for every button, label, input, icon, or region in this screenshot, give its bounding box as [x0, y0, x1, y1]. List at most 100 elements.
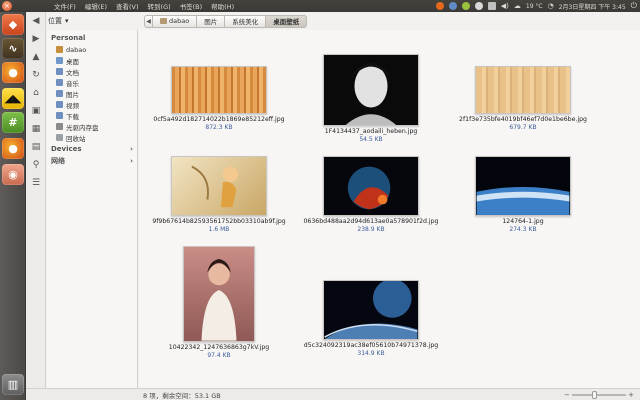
icon-view-icon[interactable]: ▦ — [29, 122, 43, 136]
sidebar-item-trash[interactable]: 回收站 — [47, 132, 137, 143]
sidebar-item-home[interactable]: dabao — [47, 44, 137, 55]
batman-icon[interactable]: ◢◣ — [2, 88, 24, 109]
thumbnail-wood — [171, 66, 267, 114]
reload-icon[interactable]: ↻ — [29, 68, 43, 82]
file-item[interactable]: 0cf5a492d182714022b1869e85212eff.jpg 872… — [144, 66, 294, 131]
zoom-out-icon[interactable]: − — [564, 391, 570, 399]
chevron-right-icon: › — [130, 145, 133, 153]
tool-strip: ◀ ▶ ▲ ↻ ⌂ ▣ ▦ ▤ ⚲ ☰ — [26, 12, 46, 388]
file-item[interactable]: 10422342_1247636863g7kV.jpg 97.4 KB — [144, 246, 294, 359]
weather-icon[interactable]: ☁ — [514, 2, 521, 10]
breadcrumb-scroll-left-icon[interactable]: ◀ — [144, 14, 153, 28]
folder-icon — [56, 112, 63, 119]
zoom-in-icon[interactable]: + — [628, 391, 634, 399]
menu-bookmarks[interactable]: 书签(B) — [180, 1, 203, 11]
sidebar-item-label: 音乐 — [66, 79, 79, 88]
file-size: 314.9 KB — [357, 350, 385, 357]
menu-file[interactable]: 文件(F) — [54, 1, 76, 11]
breadcrumb-label: 图片 — [204, 18, 218, 26]
sidebar-section-devices[interactable]: Devices › — [47, 143, 137, 155]
messaging-icon[interactable] — [474, 2, 483, 10]
sidebar-item-drive[interactable]: 光驱内存盘 — [47, 121, 137, 132]
menu-go[interactable]: 转到(G) — [148, 1, 171, 11]
hash-app-icon[interactable]: # — [2, 112, 24, 133]
file-item[interactable]: 9f9b67614b82593561752bb03310ab9f.jpg 1.6… — [144, 156, 294, 233]
back-icon[interactable]: ◀ — [29, 14, 43, 28]
top-panel: × 文件(F) 编辑(E) 查看(V) 转到(G) 书签(B) 帮助(H) ◀)… — [0, 0, 640, 12]
sidebar-item-pictures[interactable]: 图片 — [47, 88, 137, 99]
firefox-icon[interactable]: ● — [2, 138, 24, 159]
home-icon[interactable]: ⌂ — [29, 86, 43, 100]
zoom-slider[interactable]: − + — [564, 391, 634, 399]
folder-icon — [56, 90, 63, 97]
sidebar-item-music[interactable]: 音乐 — [47, 77, 137, 88]
file-item[interactable]: d5c324092319ac38ef05610b74971378.jpg 314… — [296, 280, 446, 357]
breadcrumb-label: dabao — [169, 17, 190, 25]
forward-icon[interactable]: ▶ — [29, 32, 43, 46]
menu-bar: 文件(F) 编辑(E) 查看(V) 转到(G) 书签(B) 帮助(H) — [54, 1, 234, 11]
file-item[interactable]: 1F4134437_aodaili_heben.jpg 54.5 KB — [296, 54, 446, 143]
file-item[interactable]: 0636bd488aa2d94d613ae0a578901f2d.jpg 238… — [296, 156, 446, 233]
keyboard-icon[interactable] — [487, 2, 496, 10]
volume-icon[interactable]: ◀) — [501, 2, 509, 10]
close-window-button[interactable]: × — [2, 1, 12, 11]
file-name: 9f9b67614b82593561752bb03310ab9f.jpg — [152, 218, 286, 225]
temperature-readout[interactable]: 19 °C — [526, 3, 543, 10]
file-item[interactable]: 124764-1.jpg 274.3 KB — [448, 156, 598, 233]
folder-icon — [56, 79, 63, 86]
search-icon[interactable]: ⚲ — [29, 158, 43, 172]
menu-view[interactable]: 查看(V) — [116, 1, 139, 11]
file-name: 0636bd488aa2d94d613ae0a578901f2d.jpg — [303, 218, 439, 225]
file-size: 872.3 KB — [205, 124, 233, 131]
folder-icon — [56, 68, 63, 75]
file-item[interactable]: 2f1f3e735bfe4019bf46ef7d0e1be6be.jpg 679… — [448, 66, 598, 131]
sidebar-item-label: 文档 — [66, 68, 79, 77]
file-name: 0cf5a492d182714022b1869e85212eff.jpg — [153, 116, 285, 123]
places-selector[interactable]: 位置 ▾ — [48, 14, 69, 28]
sidebar-item-videos[interactable]: 视频 — [47, 99, 137, 110]
sidebar-section-title: 网络 — [51, 157, 65, 165]
sidebar-section-network[interactable]: 网络 › — [47, 155, 137, 167]
sidebar-item-label: 图片 — [66, 90, 79, 99]
sidebar-item-label: 下载 — [66, 112, 79, 121]
clock[interactable]: 2月3日星期四 下午 3:45 — [559, 2, 626, 11]
firefox-icon[interactable]: ● — [2, 62, 24, 83]
indicator-area: ◀) ☁ 19 °C ◔ 2月3日星期四 下午 3:45 ⏻ — [435, 0, 637, 12]
sidebar-section-title: Personal — [51, 34, 86, 42]
breadcrumb-item-pictures[interactable]: 图片 — [197, 14, 226, 28]
breadcrumb-item-home[interactable]: dabao — [153, 14, 198, 28]
zoom-track[interactable] — [571, 391, 627, 399]
power-icon[interactable]: ⏻ — [631, 1, 637, 11]
sidebar-item-label: 光驱内存盘 — [66, 123, 99, 132]
pidgin-icon[interactable]: ◉ — [2, 164, 24, 185]
sidebar-item-label: 回收站 — [66, 134, 86, 143]
drive-icon — [56, 123, 63, 130]
sidebar-item-desktop[interactable]: 桌面 — [47, 55, 137, 66]
folder-icon — [56, 101, 63, 108]
menu-help[interactable]: 帮助(H) — [211, 1, 234, 11]
sidebar-section-personal[interactable]: Personal — [47, 32, 137, 44]
menu-edit[interactable]: 编辑(E) — [85, 1, 107, 11]
sidebar-item-downloads[interactable]: 下载 — [47, 110, 137, 121]
launcher: ◆ ∿ ● ◢◣ # ● ◉ ▥ — [0, 12, 26, 400]
compact-view-icon[interactable]: ▤ — [29, 140, 43, 154]
places-sidebar: Personal dabao 桌面 文档 音乐 图片 视频 下载 光驱内存盘 回… — [47, 30, 138, 388]
computer-icon[interactable]: ▣ — [29, 104, 43, 118]
breadcrumb-label: 系统美化 — [232, 18, 259, 26]
trash-icon[interactable]: ▥ — [2, 374, 24, 395]
list-view-icon[interactable]: ☰ — [29, 176, 43, 190]
up-icon[interactable]: ▲ — [29, 50, 43, 64]
indicator-app-icon[interactable] — [461, 2, 470, 10]
ubuntu-software-icon[interactable]: ◆ — [2, 14, 24, 35]
sidebar-item-documents[interactable]: 文档 — [47, 66, 137, 77]
file-size: 274.3 KB — [509, 226, 537, 233]
zoom-knob[interactable] — [591, 391, 597, 399]
system-monitor-icon[interactable]: ∿ — [2, 38, 24, 59]
breadcrumb-item-beautify[interactable]: 系统美化 — [225, 14, 267, 28]
breadcrumb-item-wallpapers[interactable]: 桌面壁纸 — [266, 14, 308, 28]
trash-icon — [56, 134, 63, 141]
chevron-down-icon: ▾ — [65, 17, 69, 25]
network-icon[interactable] — [448, 2, 457, 10]
indicator-app-icon[interactable] — [435, 2, 444, 10]
sidebar-item-label: 视频 — [66, 101, 79, 110]
